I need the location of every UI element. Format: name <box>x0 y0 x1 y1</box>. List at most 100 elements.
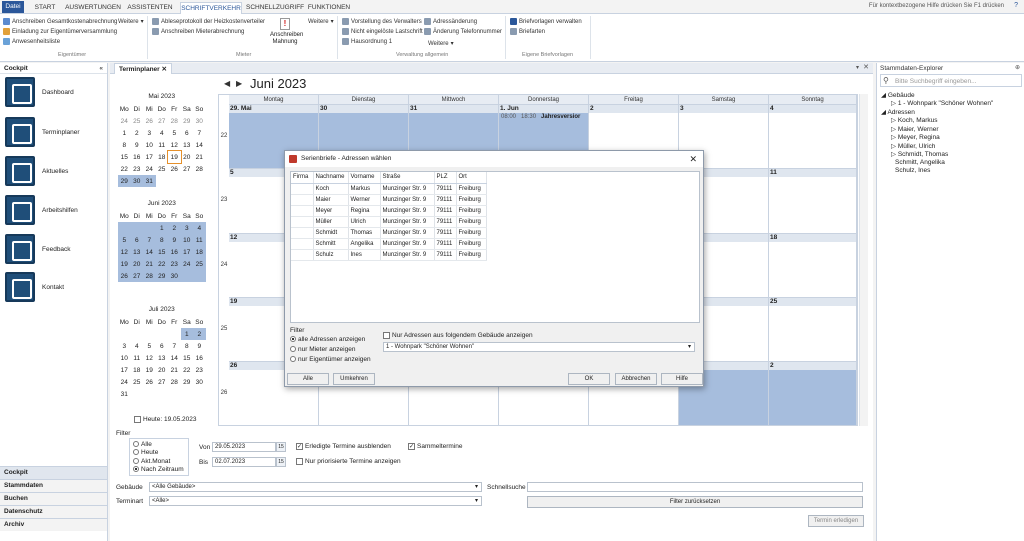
mini-calendar-day[interactable]: 8 <box>181 340 194 352</box>
mini-calendar-day[interactable]: 4 <box>156 127 169 139</box>
mini-calendar-day[interactable]: 8 <box>118 139 131 151</box>
tree-person[interactable]: Schulz, Ines <box>895 167 930 174</box>
mini-calendar-day[interactable]: 20 <box>156 364 169 376</box>
mini-calendar-day[interactable]: 18 <box>131 364 144 376</box>
mini-calendar-day[interactable]: 4 <box>193 222 206 234</box>
mini-calendar-day[interactable]: 27 <box>181 163 194 175</box>
mini-calendar-day[interactable]: 12 <box>118 246 131 258</box>
mini-calendar-day[interactable]: 16 <box>168 246 181 258</box>
close-icon[interactable]: ✕ <box>689 151 697 167</box>
mini-calendar-day[interactable]: 23 <box>168 258 181 270</box>
table-row[interactable]: Schulz Ines Munzinger Str. 9 79111 Freiburg <box>291 249 487 261</box>
tree-adressen[interactable]: ◢ Adressen <box>881 108 915 116</box>
mini-calendar-day[interactable]: 31 <box>143 175 156 187</box>
nav-arbeitshilfen[interactable]: Arbeitshilfen <box>5 195 78 225</box>
radio-alle[interactable]: Alle <box>133 441 152 448</box>
mini-calendar-day[interactable]: 7 <box>168 340 181 352</box>
radio-nur-mieter[interactable]: nur Mieter anzeigen <box>290 346 355 353</box>
mini-calendar-day[interactable]: 2 <box>168 222 181 234</box>
mini-calendar-day[interactable]: 6 <box>130 234 143 246</box>
mini-calendar-day[interactable]: 17 <box>180 246 193 258</box>
mini-calendar-day[interactable]: 22 <box>118 163 131 175</box>
pin-icon[interactable]: ⊕ <box>1015 64 1020 71</box>
mini-calendar-day[interactable]: 19 <box>118 258 131 270</box>
mini-calendar-day[interactable]: 27 <box>156 115 169 127</box>
ribbon-item-einladung[interactable]: Einladung zur Eigentümerversammlung <box>3 28 117 35</box>
mini-calendar-day[interactable]: 15 <box>181 352 194 364</box>
ribbon-item-anwesenheit[interactable]: Anwesenheitsliste <box>3 38 60 45</box>
mini-calendar-day[interactable]: 11 <box>131 352 144 364</box>
mini-calendar-day[interactable]: 26 <box>143 376 156 388</box>
mini-calendar-day[interactable]: 13 <box>156 352 169 364</box>
ribbon-item-ableseprotokoll[interactable]: Ableseprotokoll der Heizkostenverteiler <box>152 18 265 25</box>
tab-auswertungen[interactable]: AUSWERTUNGEN <box>64 2 122 14</box>
mini-calendar-day[interactable]: 30 <box>168 270 181 282</box>
today-link[interactable]: Heute: 19.05.2023 <box>134 416 197 423</box>
mini-calendar-day[interactable]: 15 <box>155 246 168 258</box>
radio-alle-adressen[interactable]: alle Adressen anzeigen <box>290 336 365 343</box>
table-row[interactable]: Meyer Regina Munzinger Str. 9 79111 Freiburg <box>291 205 487 217</box>
mini-calendar-day[interactable]: 13 <box>130 246 143 258</box>
calendar-day-cell[interactable]: 11 <box>769 169 857 234</box>
mini-calendar-day[interactable]: 20 <box>130 258 143 270</box>
ribbon-item-briefvorlagen[interactable]: Briefvorlagen verwalten <box>510 18 582 25</box>
tree-person[interactable]: ▷ Schmidt, Thomas <box>891 150 948 158</box>
table-row[interactable]: Koch Markus Munzinger Str. 9 79111 Freiburg <box>291 183 487 195</box>
prev-month-icon[interactable]: ◀ <box>224 79 230 88</box>
calendar-event[interactable]: 08:00 18:30 Jahresversior <box>501 114 585 120</box>
tab-assistenten[interactable]: ASSISTENTEN <box>126 2 174 14</box>
mini-calendar-day[interactable]: 26 <box>143 115 156 127</box>
close-icon[interactable]: ✕ <box>863 63 869 71</box>
cb-gebaeude-filter[interactable]: Nur Adressen aus folgendem Gebäude anzei… <box>383 332 533 339</box>
mini-calendar-day[interactable]: 25 <box>156 163 169 175</box>
abbrechen-button[interactable]: Abbrechen <box>615 373 657 385</box>
nav-terminplaner[interactable]: Terminplaner <box>5 117 80 147</box>
mini-calendar-day[interactable]: 14 <box>193 139 206 151</box>
tab-datei[interactable]: Datei <box>2 1 24 13</box>
cb-priorisiert[interactable]: Nur priorisierte Termine anzeigen <box>296 458 401 465</box>
next-month-icon[interactable]: ▶ <box>236 79 242 88</box>
mini-calendar-day[interactable]: 30 <box>193 115 206 127</box>
mini-calendar-day[interactable]: 29 <box>181 376 194 388</box>
nav-kontakt[interactable]: Kontakt <box>5 272 64 302</box>
category-cockpit[interactable]: Cockpit <box>0 466 107 479</box>
ribbon-item-lastschrift[interactable]: Nicht eingelöste Lastschrift <box>342 28 423 35</box>
mini-calendar-day[interactable]: 12 <box>143 352 156 364</box>
calendar-day-cell[interactable]: 18 <box>769 233 857 298</box>
mini-calendar-day[interactable]: 1 <box>155 222 168 234</box>
table-row[interactable]: Maier Werner Munzinger Str. 9 79111 Freiburg <box>291 194 487 206</box>
mini-calendar-day[interactable]: 18 <box>156 151 169 163</box>
tree-person[interactable]: ▷ Koch, Markus <box>891 116 938 124</box>
mini-calendar-day[interactable]: 29 <box>155 270 168 282</box>
mini-calendar-day[interactable]: 1 <box>180 328 193 340</box>
tree-person[interactable]: ▷ Müller, Ulrich <box>891 142 935 150</box>
mini-calendar-day[interactable]: 18 <box>193 246 206 258</box>
mini-calendar-day[interactable]: 9 <box>193 340 206 352</box>
collapse-icon[interactable]: « <box>99 63 103 74</box>
calendar-icon[interactable]: 15 <box>276 442 286 452</box>
mini-calendar-day[interactable]: 23 <box>193 364 206 376</box>
mini-calendar-day[interactable]: 19 <box>167 150 182 164</box>
table-row[interactable]: Müller Ulrich Munzinger Str. 9 79111 Freibur… <box>291 216 487 228</box>
explorer-search[interactable]: ⚲ Bitte Suchbegriff eingeben... <box>880 74 1022 87</box>
mini-calendar-day[interactable]: 21 <box>143 258 156 270</box>
mini-calendar-day[interactable]: 31 <box>118 388 131 400</box>
column-header[interactable]: Vorname <box>348 172 381 184</box>
mini-calendar-day[interactable]: 10 <box>143 139 156 151</box>
mini-calendar-day[interactable]: 25 <box>131 376 144 388</box>
ribbon-item-telefon[interactable]: Änderung Telefonnummer <box>424 28 502 35</box>
mini-calendar-day[interactable]: 12 <box>168 139 181 151</box>
mini-calendar-day[interactable]: 5 <box>168 127 181 139</box>
cb-erledigt-ausblenden[interactable]: ✓ Erledigte Termine ausblenden <box>296 443 391 450</box>
mini-calendar-day[interactable]: 29 <box>181 115 194 127</box>
mini-calendar-day[interactable]: 24 <box>143 163 156 175</box>
ribbon-mieter-weitere[interactable]: Weitere ▾ <box>308 18 334 26</box>
mini-calendar-day[interactable]: 5 <box>118 234 131 246</box>
calendar-day-cell[interactable]: 2 <box>769 362 857 427</box>
radio-akt-monat[interactable]: Akt.Monat <box>133 458 170 465</box>
category-datenschutz[interactable]: Datenschutz <box>0 505 107 518</box>
tab-funktionen[interactable]: FUNKTIONEN <box>306 2 352 14</box>
mini-calendar-day[interactable]: 3 <box>180 222 193 234</box>
tab-terminplaner[interactable]: Terminplaner ✕ <box>114 63 172 74</box>
ribbon-item-vorstellung[interactable]: Vorstellung des Verwalters <box>342 18 422 25</box>
